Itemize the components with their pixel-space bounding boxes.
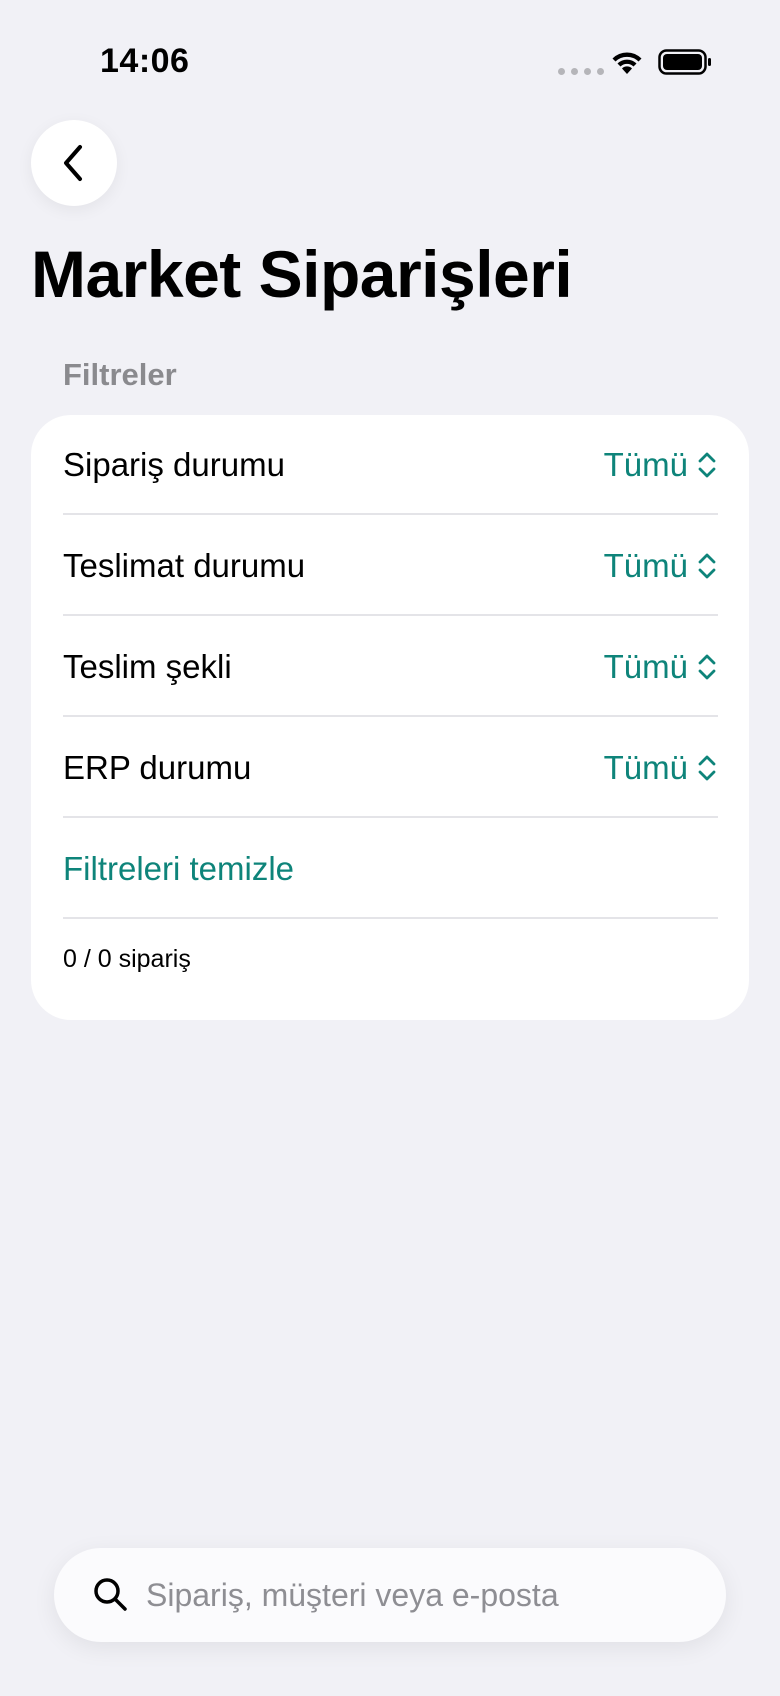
search-bar xyxy=(54,1548,726,1642)
picker-value: Tümü xyxy=(603,648,688,685)
divider xyxy=(63,513,718,515)
divider xyxy=(63,614,718,616)
wifi-icon xyxy=(612,52,642,74)
filter-row-delivery-method[interactable]: Teslim şekli Tümü xyxy=(63,617,718,717)
cellular-signal-icon xyxy=(558,68,604,75)
chevron-up-down-icon xyxy=(698,654,716,680)
back-button[interactable] xyxy=(31,120,117,206)
battery-icon xyxy=(658,49,711,75)
filters-section-header: Filtreler xyxy=(63,357,177,392)
status-bar: 14:06 xyxy=(0,0,780,130)
picker-value: Tümü xyxy=(603,446,688,483)
erp-status-picker[interactable]: Tümü xyxy=(604,749,718,787)
chevron-up-down-icon xyxy=(698,755,716,781)
order-count: 0 / 0 sipariş xyxy=(63,945,191,973)
filters-card: Sipariş durumu Tümü Teslimat durumu Tümü… xyxy=(31,415,749,1020)
filter-row-erp-status[interactable]: ERP durumu Tümü xyxy=(63,718,718,818)
search-icon xyxy=(94,1578,127,1611)
chevron-up-down-icon xyxy=(698,452,716,478)
divider xyxy=(63,816,718,818)
clear-filters-button[interactable]: Filtreleri temizle xyxy=(63,850,294,888)
divider xyxy=(63,715,718,717)
delivery-status-picker[interactable]: Tümü xyxy=(604,547,718,585)
picker-value: Tümü xyxy=(603,749,688,786)
divider xyxy=(63,917,718,919)
page-title: Market Siparişleri xyxy=(31,237,573,311)
clear-filters-row: Filtreleri temizle xyxy=(63,819,718,919)
filter-label: Teslim şekli xyxy=(63,648,232,685)
filter-label: Sipariş durumu xyxy=(63,446,285,483)
picker-value: Tümü xyxy=(603,547,688,584)
filter-row-order-status[interactable]: Sipariş durumu Tümü xyxy=(63,415,718,515)
chevron-up-down-icon xyxy=(698,553,716,579)
filter-row-delivery-status[interactable]: Teslimat durumu Tümü xyxy=(63,516,718,616)
chevron-left-icon xyxy=(64,145,82,181)
search-input[interactable] xyxy=(146,1548,706,1642)
status-time: 14:06 xyxy=(100,42,190,80)
filter-label: ERP durumu xyxy=(63,749,252,786)
filter-label: Teslimat durumu xyxy=(63,547,306,584)
delivery-method-picker[interactable]: Tümü xyxy=(604,648,718,686)
order-status-picker[interactable]: Tümü xyxy=(604,446,718,484)
